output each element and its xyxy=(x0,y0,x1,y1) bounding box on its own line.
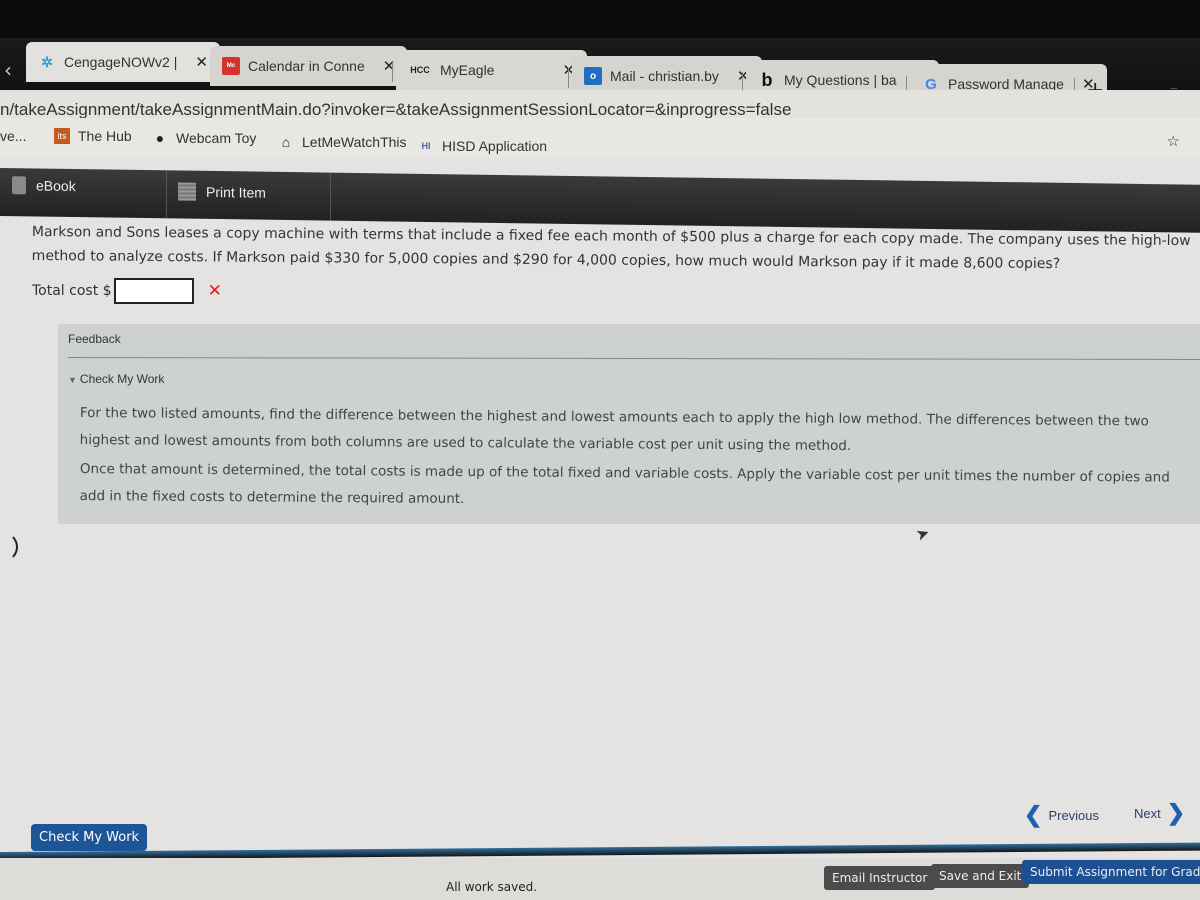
save-status: All work saved. xyxy=(446,880,538,894)
back-tab-scroll[interactable]: ‹ xyxy=(4,58,12,82)
book-icon xyxy=(12,176,26,195)
url-text[interactable]: n/takeAssignment/takeAssignmentMain.do?i… xyxy=(0,100,791,120)
question-text: Markson and Sons leases a copy machine w… xyxy=(31,223,1191,273)
bookmark-label: ve... xyxy=(0,128,27,144)
bookmark-the-hub[interactable]: its The Hub xyxy=(54,128,132,144)
feedback-title: Feedback xyxy=(68,332,121,346)
tab-separator xyxy=(742,72,743,92)
assignment-page: eBook Print Item Markson and Sons leases… xyxy=(0,158,1200,900)
ebook-label: eBook xyxy=(36,177,76,195)
feedback-paragraph: For the two listed amounts, find the dif… xyxy=(79,404,1149,455)
close-tab-icon[interactable]: ✕ xyxy=(195,53,208,71)
print-label: Print Item xyxy=(206,183,266,201)
bookmark-truncated[interactable]: ve... xyxy=(0,128,26,144)
webcam-icon: ● xyxy=(155,130,165,146)
toolbar-divider xyxy=(330,172,331,221)
previous-button[interactable]: ❮ Previous xyxy=(1024,802,1099,828)
tab-label: Mail - christian.by xyxy=(610,68,719,84)
tab-label: My Questions | ba xyxy=(784,72,897,88)
tab-separator xyxy=(392,62,393,82)
toolbar-divider xyxy=(166,170,167,219)
tab-strip: ‹ ✲ CengageNOWv2 | ✕ Mc Calendar in Conn… xyxy=(0,38,1200,104)
bookmark-hisd-application[interactable]: HI HISD Application xyxy=(418,138,548,154)
tab-label: MyEagle xyxy=(440,62,495,78)
check-my-work-toggle[interactable]: ▼ Check My Work xyxy=(68,372,164,386)
previous-label: Previous xyxy=(1048,807,1100,823)
bookmark-label: HISD Application xyxy=(442,138,548,154)
tab-separator xyxy=(568,68,569,88)
next-label: Next xyxy=(1134,805,1161,821)
print-icon xyxy=(178,182,196,201)
mcgraw-hill-icon: Mc xyxy=(222,57,240,75)
bookmark-webcam-toy[interactable]: ● Webcam Toy xyxy=(152,130,257,146)
incorrect-icon: ✕ xyxy=(207,281,222,301)
tv-icon: ⌂ xyxy=(281,134,291,150)
chevron-left-icon: ❮ xyxy=(1024,802,1043,827)
feedback-divider xyxy=(67,357,1200,360)
tab-label: CengageNOWv2 | xyxy=(64,54,178,70)
submit-assignment-button[interactable]: Submit Assignment for Grading xyxy=(1022,860,1200,884)
bookmarks-bar: ve... its The Hub ● Webcam Toy ⌂ LetMeWa… xyxy=(0,118,1200,180)
outlook-icon: o xyxy=(584,67,602,85)
bartleby-icon: b xyxy=(761,69,773,90)
tab-label: Calendar in Conne xyxy=(248,58,365,74)
email-instructor-button[interactable]: Email Instructor xyxy=(824,866,936,890)
tab-cengage[interactable]: ✲ CengageNOWv2 | ✕ xyxy=(26,42,220,82)
print-item-button[interactable]: Print Item xyxy=(178,182,266,201)
next-button[interactable]: Next ❯ xyxy=(1134,800,1185,826)
chevron-right-icon: ❯ xyxy=(1166,800,1186,825)
total-cost-label: Total cost $ xyxy=(32,283,112,299)
tab-myeagle[interactable]: HCC MyEagle ✕ xyxy=(396,50,588,90)
feedback-paragraph: Once that amount is determined, the tota… xyxy=(79,460,1170,508)
close-tab-icon[interactable]: ✕ xyxy=(383,57,396,75)
bookmark-letmewatchthis[interactable]: ⌂ LetMeWatchThis xyxy=(278,134,407,150)
triangle-down-icon: ▼ xyxy=(68,375,77,385)
cengage-spinner-icon: ✲ xyxy=(41,53,53,70)
tab-calendar[interactable]: Mc Calendar in Conne ✕ xyxy=(210,46,408,86)
bookmark-label: Webcam Toy xyxy=(176,130,257,146)
screen: ‹ ✲ CengageNOWv2 | ✕ Mc Calendar in Conn… xyxy=(0,0,1200,900)
toggle-label: Check My Work xyxy=(79,372,165,386)
save-and-exit-button[interactable]: Save and Exit xyxy=(931,864,1030,888)
check-my-work-button[interactable]: Check My Work xyxy=(31,824,148,851)
bookmark-star-icon[interactable]: ☆ xyxy=(1167,132,1180,150)
hisd-icon: HI xyxy=(421,141,431,151)
bookmark-label: LetMeWatchThis xyxy=(302,134,407,150)
bookmark-label: The Hub xyxy=(78,128,132,144)
total-cost-input[interactable] xyxy=(113,278,194,304)
its-icon: its xyxy=(54,128,70,144)
answer-row: Total cost $ ✕ xyxy=(32,278,222,304)
hcc-icon: HCC xyxy=(410,65,430,75)
feedback-panel: Feedback ▼ Check My Work For the two list… xyxy=(58,324,1200,524)
ebook-button[interactable]: eBook xyxy=(12,176,76,195)
